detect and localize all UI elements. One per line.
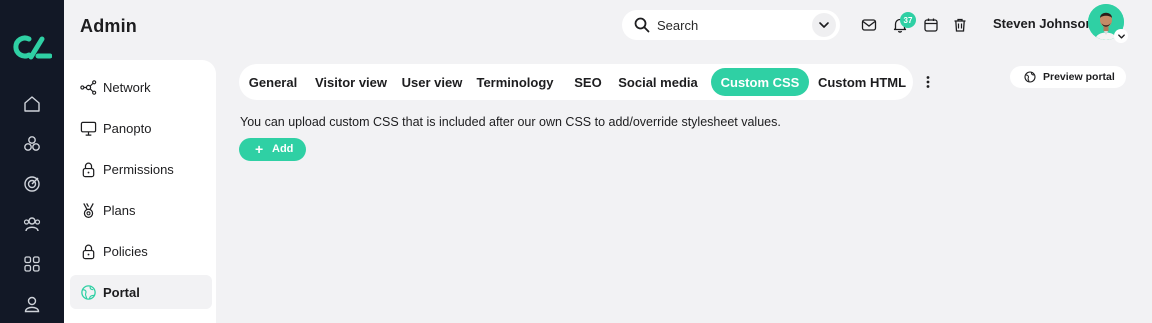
search-bar[interactable]: Search: [622, 10, 840, 40]
add-button[interactable]: + Add: [239, 138, 306, 161]
tab-social-media[interactable]: Social media: [615, 68, 701, 96]
tab-terminology[interactable]: Terminology: [473, 68, 557, 96]
apps-icon[interactable]: [22, 254, 42, 274]
lock-icon: [79, 160, 97, 178]
sidebar-item-panopto[interactable]: Panopto: [70, 111, 212, 145]
calendar-icon[interactable]: [921, 15, 941, 35]
more-options-icon[interactable]: [920, 72, 936, 92]
add-button-label: Add: [272, 143, 294, 155]
tab-general[interactable]: General: [243, 68, 303, 96]
settings-tabs: General Visitor view User view Terminolo…: [239, 64, 913, 100]
chevron-down-icon: [1117, 33, 1125, 39]
sidebar-item-label: Policies: [103, 244, 148, 259]
users-icon[interactable]: [22, 214, 42, 234]
sidebar-item-plans[interactable]: Plans: [70, 193, 212, 227]
tab-custom-css[interactable]: Custom CSS: [711, 68, 809, 96]
notification-badge: 37: [900, 12, 916, 28]
chevron-down-icon: [819, 22, 829, 28]
user-menu-button[interactable]: [1114, 29, 1128, 43]
sidebar-item-label: Network: [103, 80, 151, 95]
preview-portal-label: Preview portal: [1043, 71, 1115, 83]
sidebar-item-label: Panopto: [103, 121, 152, 136]
logo-icon[interactable]: [12, 33, 52, 61]
sidebar-item-policies[interactable]: Policies: [70, 234, 212, 268]
tab-user-view[interactable]: User view: [399, 68, 465, 96]
lock-icon: [79, 242, 97, 260]
target-icon[interactable]: [22, 174, 42, 194]
tab-seo[interactable]: SEO: [565, 68, 611, 96]
monitor-icon: [79, 119, 97, 137]
tab-visitor-view[interactable]: Visitor view: [311, 68, 391, 96]
sidebar-item-label: Permissions: [103, 162, 174, 177]
page-title: Admin: [80, 16, 137, 36]
user-name[interactable]: Steven Johnson: [993, 16, 1093, 31]
icon-rail: [0, 0, 64, 323]
custom-css-description: You can upload custom CSS that is includ…: [240, 115, 781, 129]
modules-icon[interactable]: [22, 134, 42, 154]
globe-icon: [79, 283, 97, 301]
trash-icon[interactable]: [950, 15, 970, 35]
tab-custom-html[interactable]: Custom HTML: [817, 68, 907, 96]
plus-icon: +: [255, 141, 264, 157]
profile-icon[interactable]: [22, 294, 42, 314]
search-input[interactable]: Search: [657, 18, 698, 33]
globe-icon: [1024, 71, 1036, 83]
preview-portal-button[interactable]: Preview portal: [1010, 66, 1126, 88]
search-icon: [634, 17, 650, 33]
search-dropdown-button[interactable]: [812, 13, 836, 37]
medal-icon: [79, 201, 97, 219]
settings-sidebar: Network Panopto Permissions Plans Polici…: [64, 60, 216, 323]
network-icon: [79, 78, 97, 96]
sidebar-item-portal[interactable]: Portal: [70, 275, 212, 309]
mail-icon[interactable]: [859, 15, 879, 35]
sidebar-item-label: Plans: [103, 203, 136, 218]
sidebar-item-label: Portal: [103, 285, 140, 300]
sidebar-item-network[interactable]: Network: [70, 70, 212, 104]
sidebar-item-permissions[interactable]: Permissions: [70, 152, 212, 186]
home-icon[interactable]: [22, 94, 42, 114]
